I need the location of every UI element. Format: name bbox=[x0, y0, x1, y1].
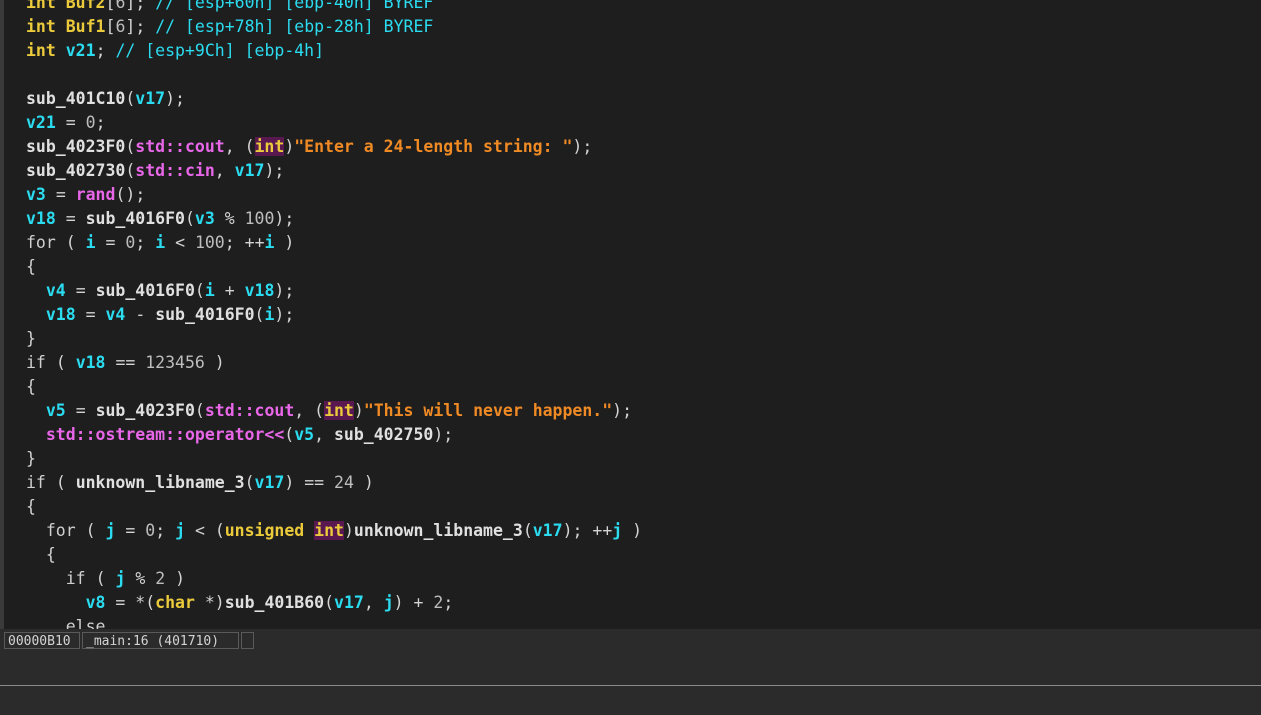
code-line[interactable]: v21 = 0; bbox=[26, 111, 642, 135]
code-line[interactable]: int Buf2[6]; // [esp+60h] [ebp-40h] BYRE… bbox=[26, 0, 642, 15]
function-location-field[interactable]: _main:16 (401710) bbox=[82, 632, 239, 649]
code-line[interactable]: { bbox=[26, 255, 642, 279]
pseudocode-view[interactable]: int Buf2[6]; // [esp+60h] [ebp-40h] BYRE… bbox=[0, 0, 1261, 629]
code-line[interactable]: } bbox=[26, 447, 642, 471]
code-line[interactable]: sub_402730(std::cin, v17); bbox=[26, 159, 642, 183]
code-line[interactable]: if ( v18 == 123456 ) bbox=[26, 351, 642, 375]
code-line[interactable]: else bbox=[26, 615, 642, 629]
code-line[interactable]: sub_4023F0(std::cout, (int)"Enter a 24-l… bbox=[26, 135, 642, 159]
code-line[interactable]: } bbox=[26, 327, 642, 351]
code-line[interactable]: int v21; // [esp+9Ch] [ebp-4h] bbox=[26, 39, 642, 63]
empty-status-field bbox=[241, 632, 254, 649]
code-line[interactable]: { bbox=[26, 495, 642, 519]
code-line[interactable]: int Buf1[6]; // [esp+78h] [ebp-28h] BYRE… bbox=[26, 15, 642, 39]
code-line[interactable]: for ( j = 0; j < (unsigned int)unknown_l… bbox=[26, 519, 642, 543]
code-line[interactable]: std::ostream::operator<<(v5, sub_402750)… bbox=[26, 423, 642, 447]
code-line[interactable]: v8 = *(char *)sub_401B60(v17, j) + 2; bbox=[26, 591, 642, 615]
pseudocode-text[interactable]: int Buf2[6]; // [esp+60h] [ebp-40h] BYRE… bbox=[26, 0, 642, 629]
editor-gutter bbox=[0, 0, 4, 629]
code-line[interactable]: { bbox=[26, 375, 642, 399]
code-line[interactable]: sub_401C10(v17); bbox=[26, 87, 642, 111]
bottom-panel bbox=[0, 686, 1261, 715]
code-line[interactable]: v3 = rand(); bbox=[26, 183, 642, 207]
address-field[interactable]: 00000B10 bbox=[4, 632, 80, 649]
code-line[interactable]: v18 = v4 - sub_4016F0(i); bbox=[26, 303, 642, 327]
code-line[interactable] bbox=[26, 63, 642, 87]
code-line[interactable]: v5 = sub_4023F0(std::cout, (int)"This wi… bbox=[26, 399, 642, 423]
code-line[interactable]: for ( i = 0; i < 100; ++i ) bbox=[26, 231, 642, 255]
code-line[interactable]: v4 = sub_4016F0(i + v18); bbox=[26, 279, 642, 303]
code-line[interactable]: if ( j % 2 ) bbox=[26, 567, 642, 591]
code-line[interactable]: v18 = sub_4016F0(v3 % 100); bbox=[26, 207, 642, 231]
code-line[interactable]: { bbox=[26, 543, 642, 567]
code-line[interactable]: if ( unknown_libname_3(v17) == 24 ) bbox=[26, 471, 642, 495]
status-bar: 00000B10 _main:16 (401710) bbox=[0, 629, 1261, 654]
